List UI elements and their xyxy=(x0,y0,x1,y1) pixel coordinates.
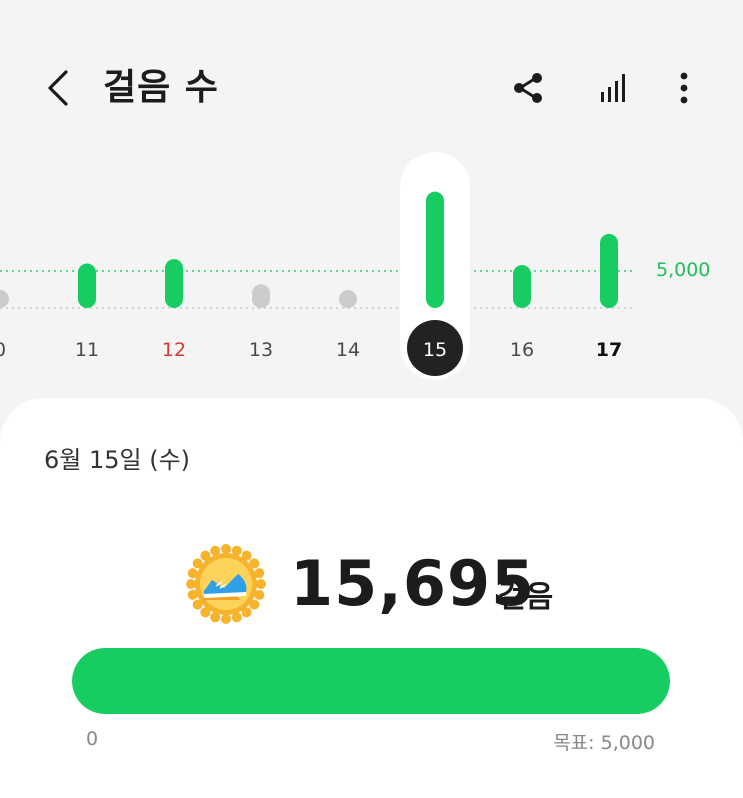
steps-chart: 5,000 0 11 12 13 14 15 16 17 xyxy=(0,150,743,390)
back-button[interactable] xyxy=(36,64,80,112)
more-vertical-icon xyxy=(680,72,688,104)
day-label-14[interactable]: 14 xyxy=(328,339,368,361)
day-label-11[interactable]: 11 xyxy=(67,339,107,361)
chart-bar-13 xyxy=(252,284,270,308)
day-label-15[interactable]: 15 xyxy=(415,339,455,361)
goal-progress-bar xyxy=(72,648,670,714)
progress-goal-label: 목표: 5,000 xyxy=(553,732,655,754)
goal-progress-fill xyxy=(72,648,670,714)
chart-bar-14 xyxy=(339,290,357,308)
chart-bar-0 xyxy=(0,290,9,308)
day-label-12[interactable]: 12 xyxy=(154,339,194,361)
day-label-0[interactable]: 0 xyxy=(0,339,20,361)
chart-bar-11 xyxy=(78,263,96,308)
summary-card: 6월 15일 (수) 15,695 걸음 0 목표: 5,000 xyxy=(0,398,743,798)
progress-min-label: 0 xyxy=(86,728,99,750)
goal-line-label: 5,000 xyxy=(656,258,711,281)
sneaker-medal-icon xyxy=(186,544,266,624)
share-icon xyxy=(514,73,542,103)
day-label-13[interactable]: 13 xyxy=(241,339,281,361)
share-button[interactable] xyxy=(504,64,552,112)
chart-bar-16 xyxy=(513,265,531,308)
day-label-17[interactable]: 17 xyxy=(589,339,629,361)
page-title: 걸음 수 xyxy=(103,67,219,108)
chart-bar-15 xyxy=(426,191,444,308)
back-icon xyxy=(48,70,68,106)
selected-date: 6월 15일 (수) xyxy=(44,446,191,474)
chart-type-button[interactable] xyxy=(589,64,637,112)
steps-chart-plot xyxy=(0,152,636,380)
bar-chart-icon xyxy=(601,74,625,102)
more-options-button[interactable] xyxy=(660,64,708,112)
chart-bar-12 xyxy=(165,259,183,308)
app-header: 걸음 수 xyxy=(0,0,743,170)
day-label-16[interactable]: 16 xyxy=(502,339,542,361)
chart-bar-17 xyxy=(600,233,618,308)
steps-unit: 걸음 xyxy=(498,580,554,615)
